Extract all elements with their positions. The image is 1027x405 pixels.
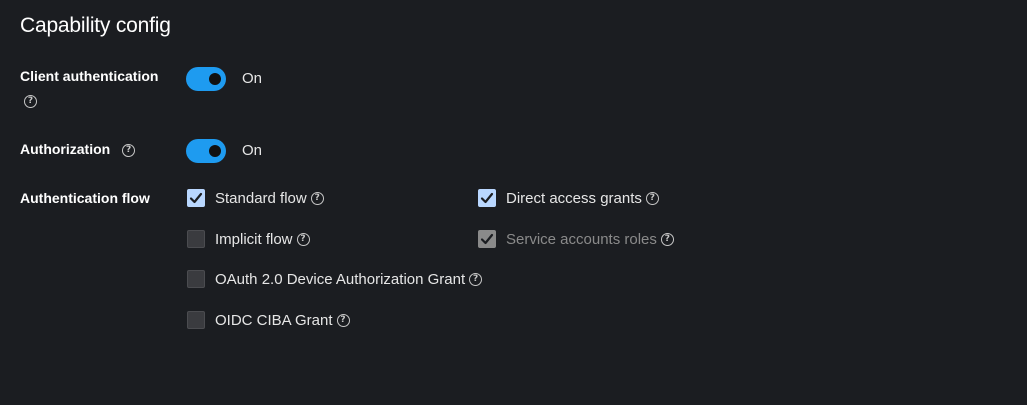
switch-knob [209, 73, 221, 85]
direct-access-grants-label: Direct access grants [506, 189, 642, 207]
client-authentication-help-icon[interactable]: ? [24, 95, 37, 108]
oidc-ciba-grant-help-icon[interactable]: ? [336, 313, 350, 327]
checkmark-icon [480, 233, 494, 245]
oidc-ciba-grant-option: OIDC CIBA Grant ? [187, 311, 350, 329]
oauth-device-grant-help-icon[interactable]: ? [469, 272, 483, 286]
section-title: Capability config [20, 14, 171, 37]
client-authentication-switch[interactable] [186, 67, 226, 91]
authentication-flow-label: Authentication flow [20, 190, 150, 206]
service-accounts-roles-option: Service accounts roles ? [478, 230, 674, 248]
standard-flow-option: Standard flow ? [187, 189, 324, 207]
direct-access-grants-checkbox[interactable] [478, 189, 496, 207]
oauth-device-grant-label: OAuth 2.0 Device Authorization Grant [215, 270, 466, 288]
client-authentication-label-text: Client authentication [20, 68, 159, 84]
implicit-flow-checkbox[interactable] [187, 230, 205, 248]
service-accounts-roles-checkbox [478, 230, 496, 248]
direct-access-grants-option: Direct access grants ? [478, 189, 659, 207]
direct-access-grants-help-icon[interactable]: ? [645, 191, 659, 205]
authorization-state: On [242, 142, 263, 159]
implicit-flow-option: Implicit flow ? [187, 230, 310, 248]
service-accounts-roles-help-icon[interactable]: ? [660, 232, 674, 246]
oauth-device-grant-checkbox[interactable] [187, 270, 205, 288]
oidc-ciba-grant-checkbox[interactable] [187, 311, 205, 329]
standard-flow-help-icon[interactable]: ? [310, 191, 324, 205]
oidc-ciba-grant-label: OIDC CIBA Grant [215, 311, 333, 329]
implicit-flow-label: Implicit flow [215, 230, 293, 248]
authorization-help-icon[interactable]: ? [122, 143, 136, 157]
oauth-device-grant-option: OAuth 2.0 Device Authorization Grant ? [187, 270, 483, 288]
standard-flow-checkbox[interactable] [187, 189, 205, 207]
authorization-label: Authorization ? [20, 141, 136, 157]
service-accounts-roles-label: Service accounts roles [506, 230, 657, 248]
client-authentication-label: Client authentication [20, 68, 158, 84]
capability-config-panel: Capability config Client authentication … [0, 0, 1027, 405]
authorization-switch[interactable] [186, 139, 226, 163]
checkmark-icon [480, 192, 494, 204]
client-authentication-state: On [242, 70, 263, 87]
implicit-flow-help-icon[interactable]: ? [296, 232, 310, 246]
checkmark-icon [189, 192, 203, 204]
authorization-label-text: Authorization [20, 141, 111, 157]
switch-knob [209, 145, 221, 157]
standard-flow-label: Standard flow [215, 189, 307, 207]
